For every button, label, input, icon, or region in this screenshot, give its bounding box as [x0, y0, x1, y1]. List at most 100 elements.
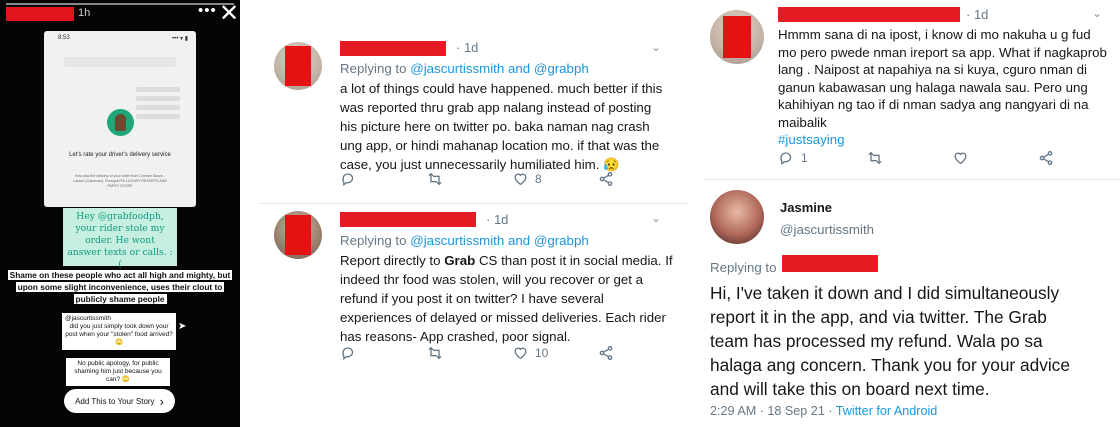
conversation-panel: · 1d ⌄ Hmmm sana di na ipost, i know di … — [704, 0, 1120, 427]
like-button[interactable]: 10 — [512, 345, 598, 361]
tweet-line: team has processed my refund. Wala po sa — [710, 331, 1043, 351]
phone-status-icons: ••• ▾ ▮ — [172, 36, 188, 42]
story-reply-text: did you just simply took down your post … — [65, 323, 173, 347]
tweet-line-first: Report directly to Grab CS than post it … — [340, 251, 673, 270]
tweet-source[interactable]: Twitter for Android — [836, 404, 938, 418]
ghost-header — [64, 57, 176, 67]
redacted-face — [285, 215, 311, 255]
close-icon[interactable]: ✕ — [219, 0, 239, 28]
replying-to: Replying to @jascurtissmith and @grabph — [340, 61, 589, 76]
chevron-right-icon: › — [159, 393, 164, 409]
tweet-body: a lot of things could have happened. muc… — [340, 79, 662, 174]
share-icon[interactable]: ➤ — [178, 321, 186, 332]
user-handle[interactable]: @jascurtissmith — [780, 222, 874, 237]
ghost-lines — [136, 87, 180, 123]
retweet-icon — [428, 172, 442, 186]
tweet-line: report it in the app, and via twitter. T… — [710, 307, 1047, 327]
tweet-line: Hi, I've taken it down and I did simulta… — [710, 283, 1060, 303]
embedded-screenshot: 8:53 ••• ▾ ▮ Let's rate your driver's de… — [44, 31, 196, 207]
tweet-actions: 10 — [340, 345, 614, 361]
retweet-button[interactable] — [866, 150, 952, 166]
rate-fine-print: How was the delivery of your order from … — [72, 174, 168, 188]
like-button[interactable] — [952, 150, 1038, 166]
replying-handles[interactable]: @jascurtissmith and @grabph — [410, 61, 589, 76]
chevron-down-icon[interactable]: ⌄ — [1092, 6, 1102, 20]
tweet-time[interactable]: · 1d — [966, 7, 988, 22]
reply-button[interactable] — [340, 171, 426, 187]
reply-button[interactable] — [340, 345, 426, 361]
redacted-face — [285, 46, 311, 86]
heart-icon — [514, 173, 527, 186]
tweet-line: refund if you post it on twitter? I have… — [340, 291, 604, 306]
tweet-text: Report directly to — [340, 253, 445, 268]
retweet-icon — [868, 151, 882, 165]
reply-thread: · 1d ⌄ Replying to @jascurtissmith and @… — [258, 0, 688, 427]
rate-prompt: Let's rate your driver's delivery servic… — [69, 152, 171, 158]
share-button[interactable] — [1038, 150, 1054, 166]
add-to-story-button[interactable]: Add This to Your Story › — [64, 389, 175, 413]
share-icon — [1039, 151, 1053, 165]
replying-prefix: Replying to — [710, 260, 777, 275]
tweet-line: was reported thru grab app nalang instea… — [340, 100, 652, 115]
phone-time: 8:53 — [58, 35, 70, 41]
tweet-body: Hmmm sana di na ipost, i know di mo naku… — [778, 26, 1107, 149]
retweet-button[interactable] — [426, 171, 512, 187]
avatar[interactable] — [274, 42, 322, 90]
quoted-tweet-text: Hey @grabfoodph, your rider stole my ord… — [67, 211, 173, 270]
tweet-line: and will take this on board next time. — [710, 379, 990, 399]
divider — [704, 179, 1120, 180]
tweet-line: indeed thr food was stolen, will you rec… — [340, 272, 644, 287]
share-button[interactable] — [598, 345, 614, 361]
reply-icon — [342, 347, 354, 360]
tweet-time[interactable]: · 1d — [486, 212, 508, 227]
display-name[interactable]: Jasmine — [780, 200, 832, 215]
avatar[interactable] — [710, 10, 764, 64]
tweet-line: a lot of things could have happened. muc… — [340, 81, 663, 96]
tweet-line: maibalik — [778, 114, 827, 130]
story-time: 1h — [78, 7, 91, 19]
reply-icon — [780, 152, 792, 165]
redacted-mention — [782, 255, 878, 272]
tweet-actions: 8 — [340, 171, 614, 187]
share-icon — [599, 172, 613, 186]
avatar[interactable] — [710, 190, 764, 244]
share-button[interactable] — [598, 171, 614, 187]
tweet-line: lang . Naipost at napahiya na si kuya, c… — [778, 62, 1087, 77]
story-caption-text: Shame on these people who act all high a… — [7, 270, 233, 304]
tweet-body: Hi, I've taken it down and I did simulta… — [710, 281, 1070, 401]
like-count: 8 — [535, 172, 542, 186]
tweet-line: kahihiyan ng tao if di nman sadya ang na… — [778, 97, 1089, 112]
tweet-timestamp[interactable]: 2:29 AM · 18 Sep 21 · — [710, 404, 836, 418]
chevron-down-icon[interactable]: ⌄ — [651, 211, 661, 225]
retweet-button[interactable] — [426, 345, 512, 361]
heart-icon — [514, 347, 527, 360]
tweet-line: ung app, or hindi mahanap location mo. i… — [340, 138, 660, 153]
replying-handles[interactable]: @jascurtissmith and @grabph — [410, 233, 589, 248]
reply-button[interactable]: 1 — [778, 150, 866, 166]
tweet-line: mo pero pwede nman ireport sa app. What … — [778, 44, 1107, 60]
reply-count: 1 — [801, 151, 808, 165]
replying-prefix: Replying to — [340, 61, 407, 76]
tweet-line: ganun kabawasan ung halaga nawala sau. P… — [778, 79, 1088, 95]
tweet-text: CS than post it in social media. If — [475, 253, 673, 268]
redacted-face — [723, 16, 751, 58]
tweet-line: halaga ang concern. Thank you for your a… — [710, 355, 1070, 375]
share-icon — [599, 346, 613, 360]
story-caption: Shame on these people who act all high a… — [6, 270, 234, 305]
replying-to: Replying to @jascurtissmith and @grabph — [340, 233, 589, 248]
redacted-display-name — [340, 41, 446, 56]
like-button[interactable]: 8 — [512, 171, 598, 187]
retweet-icon — [428, 346, 442, 360]
chevron-down-icon[interactable]: ⌄ — [651, 40, 661, 54]
reply-icon — [342, 173, 354, 186]
tweet-line: his picture here on twitter po. baka nam… — [340, 119, 650, 134]
hashtag-link[interactable]: #justsaying — [778, 131, 1107, 149]
tweet-meta: 2:29 AM · 18 Sep 21 · Twitter for Androi… — [710, 404, 937, 418]
rider-avatar — [107, 109, 134, 136]
story-reply-handle: @jascurtissmith — [65, 315, 111, 322]
more-options-icon[interactable]: ••• — [198, 2, 217, 19]
tweet-time[interactable]: · 1d — [456, 40, 478, 55]
like-count: 10 — [535, 346, 549, 360]
quoted-tweet-card: Hey @grabfoodph, your rider stole my ord… — [63, 208, 177, 270]
avatar[interactable] — [274, 211, 322, 259]
